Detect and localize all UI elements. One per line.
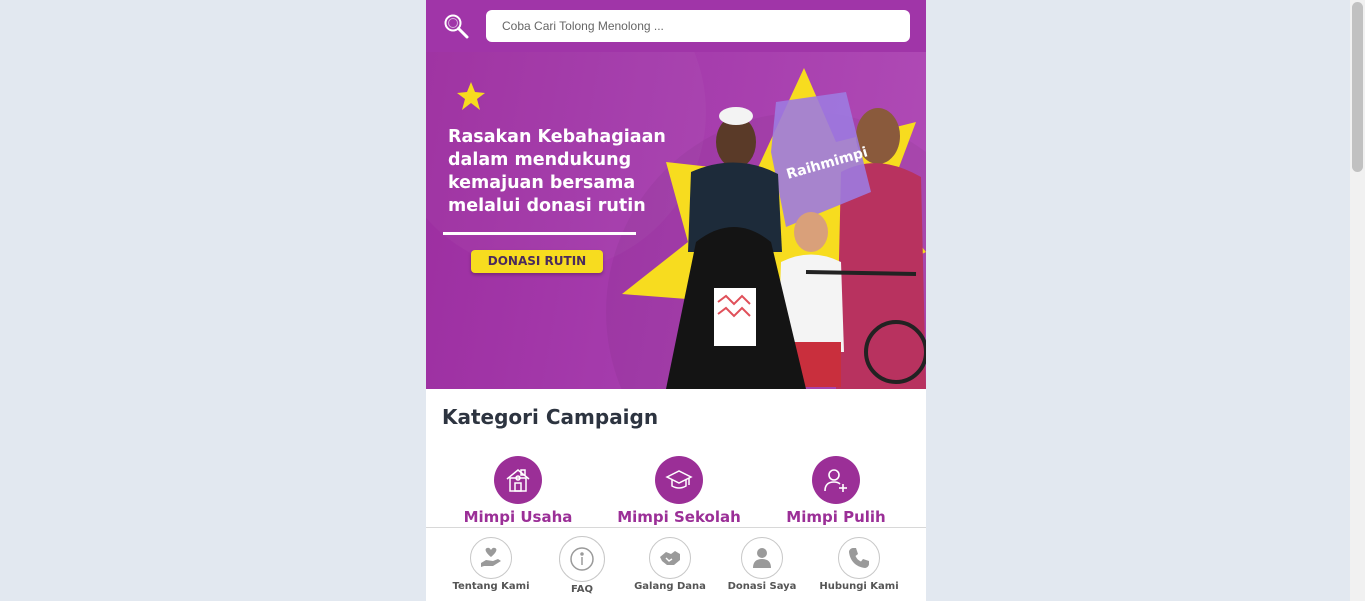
graduation-cap-icon <box>665 470 693 489</box>
banner-headline-line: melalui donasi rutin <box>448 196 646 216</box>
banner-headline-line: Rasakan Kebahagiaan <box>448 127 666 147</box>
search-input[interactable] <box>486 10 910 42</box>
category-icon-circle <box>655 456 703 504</box>
info-icon <box>570 547 594 571</box>
nav-galang-dana[interactable]: Galang Dana <box>625 537 715 592</box>
search-button[interactable] <box>442 12 472 42</box>
nav-icon-circle <box>559 536 605 582</box>
nav-icon-circle <box>741 537 783 579</box>
section-title: Kategori Campaign <box>442 405 659 429</box>
banner-headline-line: dalam mendukung <box>448 150 632 170</box>
nav-label: Tentang Kami <box>452 581 530 592</box>
category-mimpi-pulih[interactable]: Mimpi Pulih <box>771 456 901 526</box>
heart-hand-icon <box>481 547 501 567</box>
nav-label: FAQ <box>571 584 593 595</box>
nav-label: Hubungi Kami <box>819 581 899 592</box>
promo-banner[interactable]: Raihmimpi Rasakan Kebahagiaan dalam mend… <box>426 52 926 389</box>
page-scrollbar[interactable] <box>1350 0 1365 601</box>
nav-label: Galang Dana <box>634 581 706 592</box>
nav-label: Donasi Saya <box>727 581 797 592</box>
category-mimpi-usaha[interactable]: Mimpi Usaha <box>453 456 583 526</box>
search-icon <box>444 14 469 39</box>
header <box>426 0 926 52</box>
nav-tentang-kami[interactable]: Tentang Kami <box>446 537 536 592</box>
nav-donasi-saya[interactable]: Donasi Saya <box>717 537 807 592</box>
bottom-nav: Tentang Kami FAQ Galang Dana Donasi Saya… <box>426 527 926 601</box>
user-icon <box>753 548 771 568</box>
nav-faq[interactable]: FAQ <box>537 536 627 595</box>
banner-divider <box>443 232 636 235</box>
category-label: Mimpi Usaha <box>463 508 573 526</box>
donasi-rutin-button[interactable]: DONASI RUTIN <box>471 250 603 273</box>
category-label: Mimpi Pulih <box>786 508 886 526</box>
house-icon <box>506 469 530 492</box>
banner-headline: Rasakan Kebahagiaan dalam mendukung kema… <box>448 126 668 218</box>
nav-icon-circle <box>649 537 691 579</box>
category-icon-circle <box>812 456 860 504</box>
nav-hubungi-kami[interactable]: Hubungi Kami <box>814 537 904 592</box>
category-label: Mimpi Sekolah <box>617 508 741 526</box>
banner-headline-line: kemajuan bersama <box>448 173 636 193</box>
phone-icon <box>849 548 869 568</box>
handshake-icon <box>660 551 680 565</box>
app-container: Raihmimpi Rasakan Kebahagiaan dalam mend… <box>426 0 926 601</box>
category-icon-circle <box>494 456 542 504</box>
add-user-icon <box>824 469 847 492</box>
nav-icon-circle <box>470 537 512 579</box>
nav-icon-circle <box>838 537 880 579</box>
scrollbar-thumb[interactable] <box>1352 2 1363 172</box>
banner-illustration: Raihmimpi <box>457 68 926 389</box>
category-mimpi-sekolah[interactable]: Mimpi Sekolah <box>614 456 744 526</box>
